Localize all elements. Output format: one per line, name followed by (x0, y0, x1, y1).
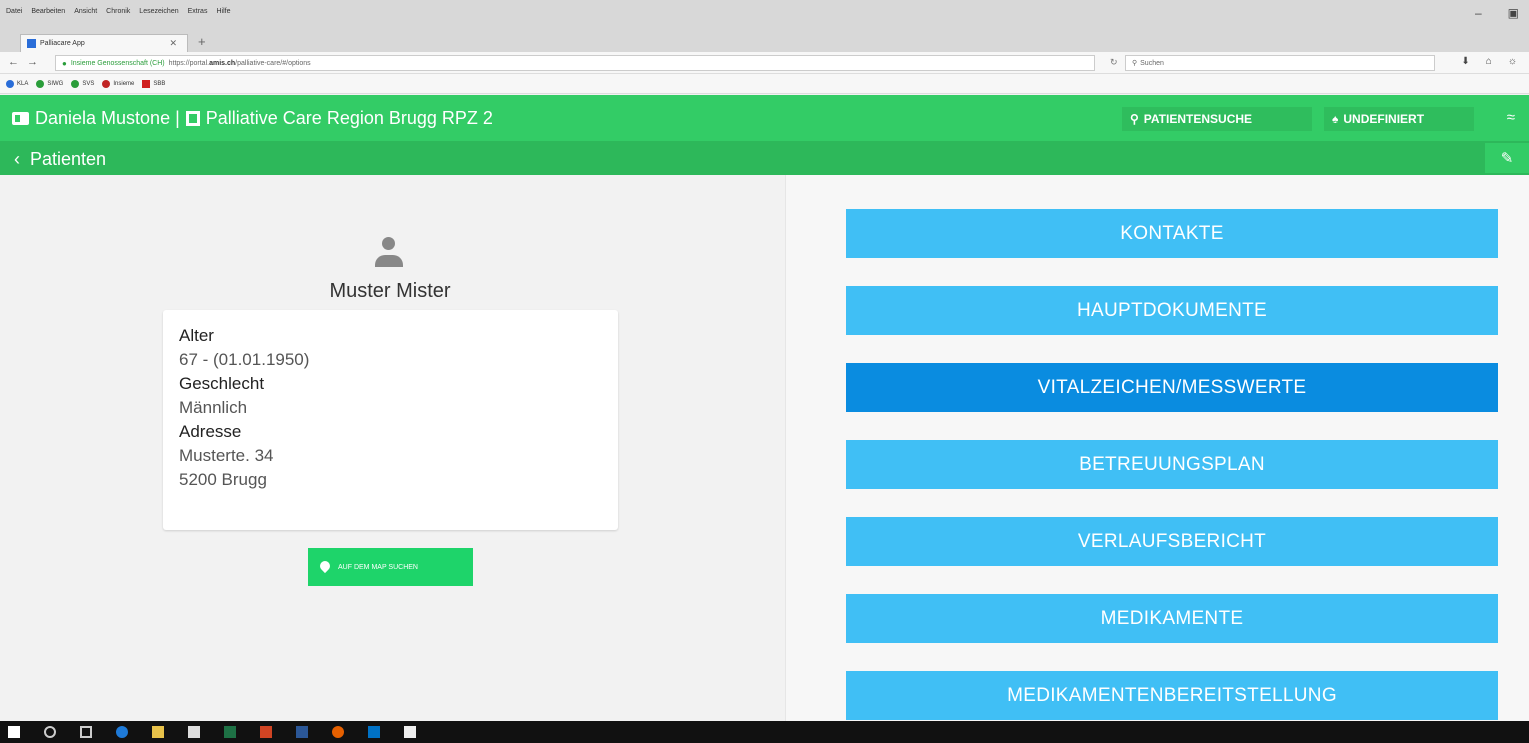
bookmark-sbb-icon (142, 79, 151, 88)
patient-search-button[interactable]: ⚲ PATIENTENSUCHE (1122, 107, 1312, 131)
pencil-icon: ✎ (1500, 150, 1514, 167)
address-label: Adresse (179, 422, 242, 441)
progress-report-button[interactable]: VERLAUFSBERICHT (846, 517, 1498, 566)
app-header: Daniela Mustone | Palliative Care Region… (0, 95, 1529, 141)
site-identity: Insieme Genossenschaft (CH) (70, 59, 165, 67)
back-to-patients[interactable]: ‹ Patienten (14, 149, 106, 170)
menu-history[interactable]: Chronik (106, 8, 130, 15)
back-label: Patienten (30, 149, 107, 169)
download-icon[interactable]: ⬇ (1461, 56, 1469, 67)
vital-signs-button[interactable]: VITALZEICHEN/MESSWERTE (846, 363, 1498, 412)
minimize-icon[interactable]: – (1475, 6, 1482, 20)
excel-icon[interactable] (224, 726, 236, 738)
mail-icon[interactable] (404, 726, 416, 738)
patient-name: Muster Mister (329, 280, 451, 302)
file-explorer-icon[interactable] (152, 726, 164, 738)
lock-icon: ● (62, 58, 67, 68)
search-icon: ⚲ (1132, 60, 1138, 67)
menu-file[interactable]: Datei (6, 8, 22, 15)
url-text: https://portal.amis.ch/palliative-care/#… (168, 59, 311, 67)
maximize-icon[interactable]: ▣ (1508, 6, 1519, 20)
role-label: UNDEFINIERT (1343, 112, 1425, 126)
bookmark-kla-icon (6, 79, 14, 88)
bookmark-svs[interactable]: SVS (71, 79, 94, 88)
options-panel: KONTAKTE HAUPTDOKUMENTE VITALZEICHEN/MES… (785, 175, 1529, 721)
forward-arrow-icon[interactable]: → (27, 56, 38, 68)
patient-panel: Muster Mister Alter 67 - (01.01.1950) Ge… (0, 175, 785, 721)
tab-strip: Palliacare App ✕ + (0, 30, 1529, 52)
main-documents-button[interactable]: HAUPTDOKUMENTE (846, 286, 1498, 335)
edit-button[interactable]: ✎ (1485, 143, 1529, 173)
gender-value: Männlich (179, 398, 248, 417)
browser-tab[interactable]: Palliacare App ✕ (20, 34, 188, 52)
browser-navbar: ← → ● Insieme Genossenschaft (CH) https:… (0, 52, 1529, 74)
bookmark-siwg[interactable]: SIWG (36, 79, 63, 88)
show-on-map-button[interactable]: AUF DEM MAP SUCHEN (308, 548, 473, 586)
home-icon[interactable]: ⌂ (1486, 56, 1492, 67)
url-bar[interactable]: ● Insieme Genossenschaft (CH) https://po… (55, 55, 1095, 71)
task-view-icon[interactable] (80, 726, 92, 738)
bookmark-sbb[interactable]: SBB (142, 79, 165, 88)
browser-search-box[interactable]: ⚲ Suchen (1125, 55, 1435, 71)
search-icon[interactable] (44, 726, 56, 738)
address-line1: Musterte. 34 (179, 446, 274, 465)
wifi-icon[interactable]: ≈ (1507, 109, 1515, 126)
menu-bookmarks[interactable]: Lesezeichen (139, 8, 178, 15)
contacts-button[interactable]: KONTAKTE (846, 209, 1498, 258)
bookmark-kla[interactable]: KLA (6, 79, 28, 88)
app-favicon-icon (27, 39, 36, 48)
map-pin-icon (320, 561, 330, 573)
gender-label: Geschlecht (179, 374, 265, 393)
menu-edit[interactable]: Bearbeiten (31, 8, 65, 15)
back-arrow-icon[interactable]: ← (8, 56, 19, 68)
word-icon[interactable] (296, 726, 308, 738)
user-name: Daniela Mustone | (35, 108, 180, 128)
age-value: 67 - (01.01.1950) (179, 350, 310, 369)
menu-view[interactable]: Ansicht (74, 8, 97, 15)
role-button[interactable]: ♠ UNDEFINIERT (1324, 107, 1474, 131)
bookmarks-bar: KLA SIWG SVS Insieme SBB (0, 74, 1529, 94)
age-label: Alter (179, 326, 214, 345)
bookmark-insieme[interactable]: Insieme (102, 79, 134, 88)
search-icon: ⚲ (1130, 112, 1139, 126)
menu-tools[interactable]: Extras (188, 8, 208, 15)
user-card-icon (12, 112, 29, 125)
edge-icon[interactable] (116, 726, 128, 738)
reload-icon[interactable]: ↻ (1110, 57, 1118, 68)
address-line2: 5200 Brugg (179, 470, 267, 489)
sub-header: ‹ Patienten ✎ (0, 141, 1529, 175)
firefox-icon[interactable] (332, 726, 344, 738)
sync-icon[interactable]: ☼ (1508, 56, 1517, 67)
close-tab-icon[interactable]: ✕ (169, 38, 177, 49)
medication-provision-button[interactable]: MEDIKAMENTENBEREITSTELLUNG (846, 671, 1498, 720)
windows-taskbar (0, 721, 1529, 743)
medication-button[interactable]: MEDIKAMENTE (846, 594, 1498, 643)
browser-menubar: Datei Bearbeiten Ansicht Chronik Lesezei… (0, 0, 1529, 30)
avatar-icon (373, 235, 405, 271)
search-placeholder: Suchen (1140, 59, 1164, 67)
bookmark-svs-icon (71, 79, 80, 88)
map-button-label: AUF DEM MAP SUCHEN (338, 563, 418, 571)
bookmark-siwg-icon (36, 79, 45, 88)
chevron-left-icon: ‹ (14, 149, 20, 169)
new-tab-icon[interactable]: + (198, 34, 206, 49)
users-icon: ♠ (1332, 112, 1339, 126)
patient-search-label: PATIENTENSUCHE (1143, 112, 1253, 126)
building-icon (185, 111, 200, 126)
patient-info-card: Alter 67 - (01.01.1950) Geschlecht Männl… (163, 310, 618, 530)
care-plan-button[interactable]: BETREUUNGSPLAN (846, 440, 1498, 489)
powerpoint-icon[interactable] (260, 726, 272, 738)
tab-title: Palliacare App (40, 40, 85, 47)
header-title: Daniela Mustone | Palliative Care Region… (12, 108, 493, 129)
bookmark-insieme-icon (102, 79, 111, 88)
windows-icon[interactable] (8, 726, 20, 738)
organization-name: Palliative Care Region Brugg RPZ 2 (205, 108, 493, 128)
store-icon[interactable] (188, 726, 200, 738)
outlook-icon[interactable] (368, 726, 380, 738)
menu-help[interactable]: Hilfe (216, 8, 230, 15)
